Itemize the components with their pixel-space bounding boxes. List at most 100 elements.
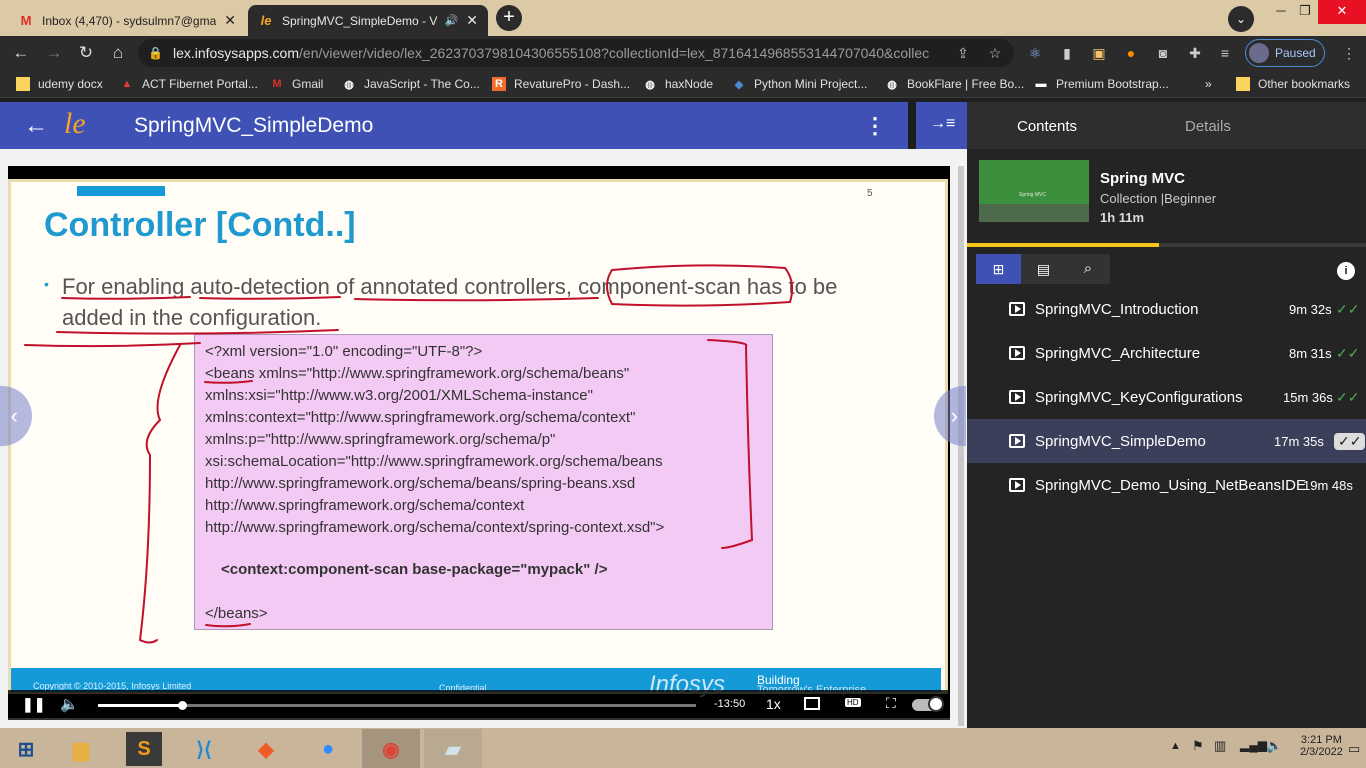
tab-details[interactable]: Details — [1185, 118, 1231, 135]
speaker-icon[interactable]: 🔈 — [1266, 738, 1282, 754]
search-icon[interactable]: ⌕ — [1066, 254, 1110, 284]
bookmark-label: Other bookmarks — [1258, 77, 1351, 91]
complete-check-icon: ✓✓ — [1336, 300, 1360, 317]
extension-icon[interactable]: ▮ — [1058, 44, 1076, 62]
notepad-icon[interactable]: ▰ — [435, 732, 471, 766]
item-duration: 15m 36s — [1283, 389, 1333, 405]
clock-time: 3:21 PM — [1300, 734, 1342, 746]
pen-annotations — [24, 264, 794, 644]
avatar — [1249, 43, 1269, 63]
zoom-icon[interactable]: ● — [310, 732, 346, 766]
other-bookmarks[interactable]: Other bookmarks — [1236, 75, 1350, 93]
notification-icon[interactable]: ▭ — [1348, 732, 1366, 766]
video-icon — [1009, 390, 1025, 404]
list-item[interactable]: SpringMVC_KeyConfigurations 15m 36s ✓✓ — [967, 375, 1366, 419]
media-queue-icon[interactable]: ≡ — [1216, 44, 1234, 62]
file-explorer-icon[interactable]: ▆ — [63, 732, 99, 766]
clock-date: 2/3/2022 — [1300, 746, 1343, 758]
tray-chevron-icon[interactable]: ▲ — [1170, 740, 1181, 752]
collection-progress-fill — [967, 243, 1159, 247]
clock[interactable]: 3:21 PM 2/3/2022 — [1300, 734, 1343, 758]
video-icon — [1009, 346, 1025, 360]
item-duration: 17m 35s — [1274, 433, 1324, 449]
autoplay-knob — [928, 696, 944, 712]
video-icon — [1009, 302, 1025, 316]
volume-icon[interactable]: 🔈 — [60, 695, 79, 713]
item-duration: 19m 48s — [1303, 477, 1353, 493]
collection-progress — [967, 243, 1366, 247]
item-title: SpringMVC_SimpleDemo — [1035, 432, 1206, 450]
brave-icon[interactable]: ◆ — [248, 732, 284, 766]
sublime-icon[interactable]: S — [126, 732, 162, 766]
list-item[interactable]: SpringMVC_Demo_Using_NetBeansIDE 19m 48s — [967, 463, 1366, 507]
list-item-active[interactable]: SpringMVC_SimpleDemo 17m 35s ✓✓ — [967, 419, 1366, 463]
progress-fill — [98, 704, 182, 707]
item-title: SpringMVC_KeyConfigurations — [1035, 388, 1243, 406]
card-view-icon[interactable]: ▤ — [1021, 254, 1066, 284]
complete-check-icon: ✓✓ — [1336, 388, 1360, 405]
camera-icon[interactable]: ◙ — [1154, 44, 1172, 62]
puzzle-icon[interactable]: ✚ — [1186, 44, 1204, 62]
slide-footer: Copyright © 2010-2015, Infosys Limited C… — [11, 668, 941, 698]
complete-check-icon: ✓✓ — [1336, 344, 1360, 361]
signal-icon[interactable]: ▂▄▆ — [1240, 738, 1267, 752]
item-title: SpringMVC_Demo_Using_NetBeansIDE — [1035, 476, 1306, 494]
fullscreen-icon[interactable]: ⛶ — [886, 695, 896, 712]
video-icon — [1009, 434, 1025, 448]
item-duration: 8m 31s — [1289, 345, 1332, 361]
info-icon[interactable]: i — [1337, 262, 1355, 280]
progress-handle[interactable] — [177, 701, 187, 710]
extension-face-icon[interactable]: ▣ — [1090, 44, 1108, 62]
video-icon — [1009, 478, 1025, 492]
progress-track[interactable] — [98, 701, 696, 710]
collection-title: Spring MVC — [1100, 170, 1185, 187]
thumbnail-text: Spring MVC — [1019, 192, 1046, 198]
kebab-menu-icon[interactable]: ⋮ — [1340, 44, 1358, 62]
bracket-mark — [707, 339, 754, 549]
item-title: SpringMVC_Introduction — [1035, 300, 1199, 318]
video-controls: ❚❚ 🔈 -13:50 1x HD ⛶ — [8, 690, 950, 720]
complete-check-icon: ✓✓ — [1334, 432, 1366, 450]
chrome-icon[interactable]: ◉ — [373, 732, 409, 766]
folder-icon — [1236, 77, 1250, 91]
underline-mark — [199, 296, 341, 300]
hd-icon[interactable]: HD — [845, 698, 861, 707]
item-duration: 9m 32s — [1289, 301, 1332, 317]
collection-thumbnail[interactable]: Spring MVC — [979, 160, 1089, 222]
bookmark-item[interactable]: ▬ Premium Bootstrap... — [1034, 75, 1169, 93]
flag-icon[interactable]: ⚑ — [1192, 738, 1204, 754]
react-devtools-icon[interactable]: ⚛ — [1026, 44, 1044, 62]
underline-mark — [56, 329, 339, 335]
window-close-button[interactable]: ✕ — [1318, 0, 1366, 24]
underline-mark — [61, 296, 191, 300]
list-item[interactable]: SpringMVC_Introduction 9m 32s ✓✓ — [967, 287, 1366, 331]
bracket-mark — [138, 344, 181, 644]
underline-mark — [24, 342, 201, 348]
tab-contents[interactable]: Contents — [1017, 118, 1077, 135]
windows-start-icon[interactable]: ⊞ — [8, 732, 44, 766]
thumbnail-band — [979, 204, 1089, 222]
chevron-down-icon[interactable]: ⌄ — [1228, 6, 1254, 32]
time-remaining: -13:50 — [714, 698, 746, 710]
bookmark-label: Premium Bootstrap... — [1056, 77, 1169, 91]
network-icon[interactable]: ▥ — [1214, 738, 1226, 754]
circle-mark — [606, 264, 794, 307]
pause-icon[interactable]: ❚❚ — [22, 696, 45, 713]
item-title: SpringMVC_Architecture — [1035, 344, 1201, 362]
underline-mark — [205, 623, 251, 628]
underline-mark — [354, 297, 599, 302]
vscode-icon[interactable]: ⟩⟨ — [186, 732, 222, 766]
pip-icon[interactable] — [804, 697, 820, 710]
extension-drop-icon[interactable]: ● — [1122, 44, 1140, 62]
bootstrap-icon: ▬ — [1035, 78, 1047, 90]
star-icon[interactable]: ☆ — [986, 44, 1004, 62]
collection-duration: 1h 11m — [1100, 210, 1145, 225]
profile-button[interactable]: Paused — [1245, 39, 1325, 67]
tree-view-icon[interactable]: ⊞ — [976, 254, 1021, 284]
list-item[interactable]: SpringMVC_Architecture 8m 31s ✓✓ — [967, 331, 1366, 375]
autoplay-toggle[interactable] — [912, 696, 944, 712]
profile-status: Paused — [1275, 46, 1316, 60]
bookmarks-overflow[interactable]: » — [1205, 75, 1212, 93]
collection-meta: Collection |Beginner — [1100, 191, 1217, 206]
speed-button[interactable]: 1x — [766, 696, 781, 712]
